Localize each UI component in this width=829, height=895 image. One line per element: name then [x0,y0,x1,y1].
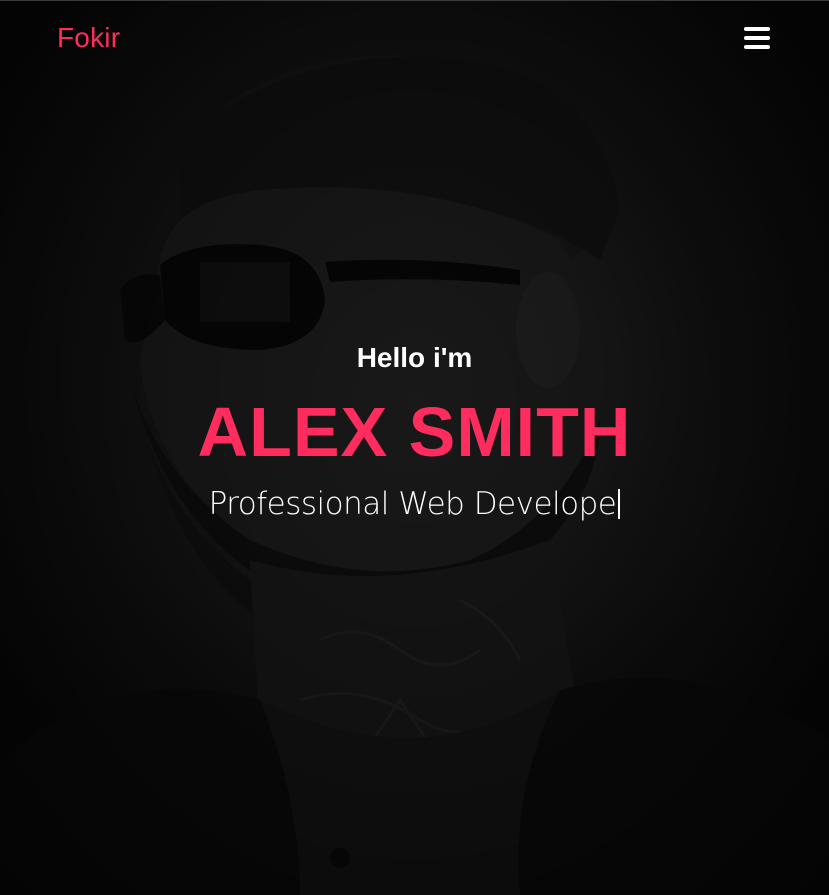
hero-name: ALEX SMITH [197,393,632,471]
text-cursor-icon [618,489,621,519]
menu-bar [744,45,770,49]
hero-greeting: Hello i'm [356,342,473,373]
hero-content: Hello i'm ALEX SMITH Professional Web De… [0,338,829,524]
hero-subtitle-line: Professional Web Develope [0,484,829,524]
top-border [0,0,829,1]
hero-subtitle: Professional Web Develope [208,486,617,522]
hero-section: Fokir Hello i'm ALEX SMITH Professional … [0,0,829,895]
menu-bar [744,27,770,31]
hamburger-menu-icon[interactable] [744,26,770,50]
brand-logo[interactable]: Fokir [57,22,120,54]
menu-bar [744,36,770,40]
